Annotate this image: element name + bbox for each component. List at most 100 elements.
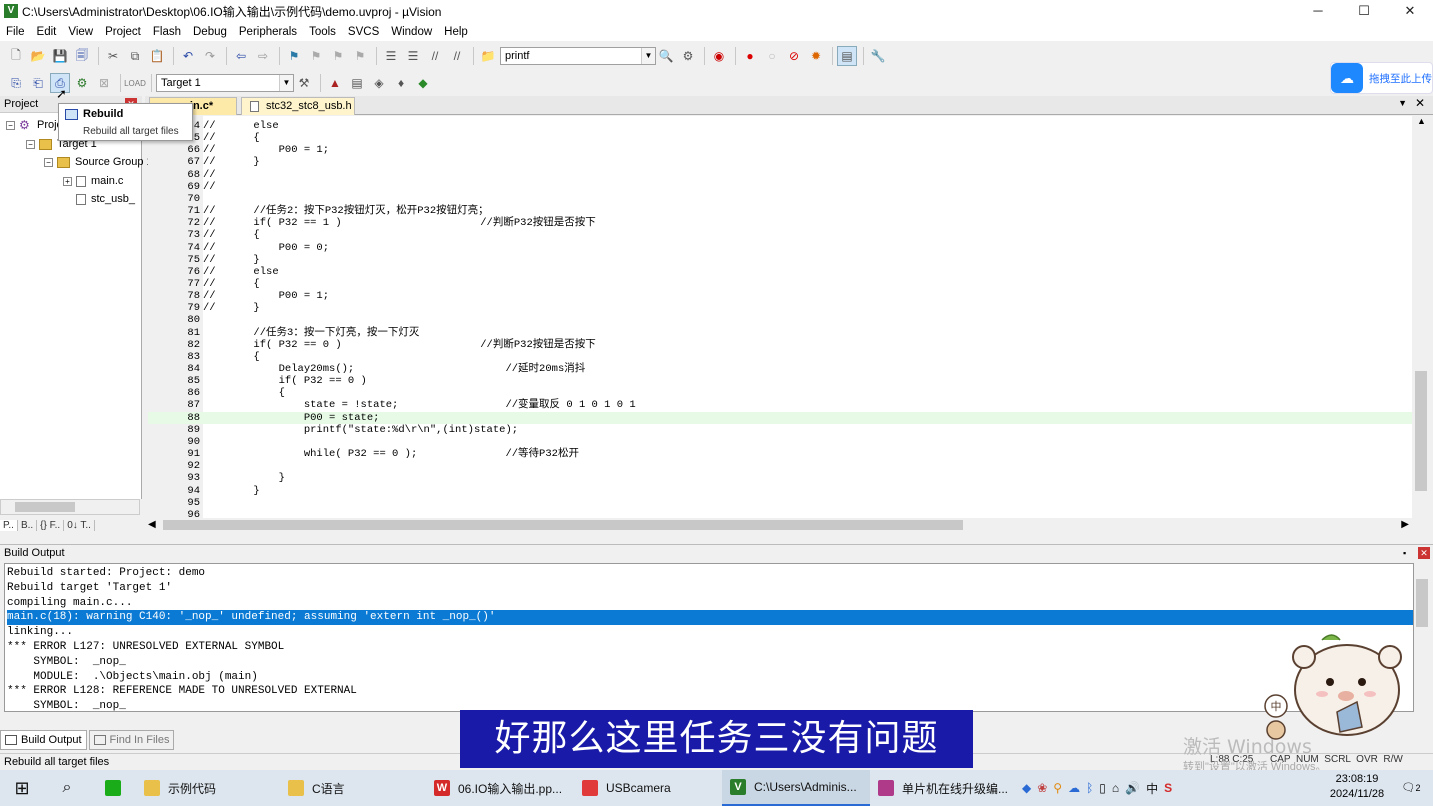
scroll-thumb[interactable] [1416, 579, 1428, 627]
scroll-thumb[interactable] [15, 502, 75, 512]
copy-icon[interactable]: ⧉ [125, 46, 145, 66]
bluetooth-icon[interactable]: ᛒ [1086, 781, 1093, 795]
code-line[interactable]: 75// } [148, 254, 1412, 266]
build-icon[interactable]: ⎗ [28, 73, 48, 93]
find-in-files-icon[interactable]: 📁 [478, 46, 498, 66]
sogou-icon[interactable]: S [1164, 781, 1172, 795]
code-line[interactable]: 93 } [148, 472, 1412, 484]
code-line[interactable]: 72// if( P32 == 1 ) //判断P32按钮是否按下 [148, 217, 1412, 229]
nav-forward-icon[interactable]: ⇨ [253, 46, 273, 66]
start-button[interactable]: ⊞ [0, 770, 44, 806]
debug-session-icon[interactable]: ◉ [709, 46, 729, 66]
project-hscrollbar[interactable] [0, 499, 140, 515]
code-line[interactable]: 90 [148, 436, 1412, 448]
search-combo[interactable]: printf ▼ [500, 47, 656, 65]
editor-vscrollbar[interactable]: ▲ [1413, 116, 1430, 518]
close-icon[interactable]: ✕ [1415, 96, 1425, 110]
code-line[interactable]: 94 } [148, 485, 1412, 497]
volume-icon[interactable]: 🔊 [1125, 781, 1140, 795]
code-line[interactable]: 92 [148, 460, 1412, 472]
build-output-vscrollbar[interactable] [1414, 563, 1430, 712]
menu-flash[interactable]: Flash [147, 26, 187, 38]
tab-list-icon[interactable]: ▼ [1398, 98, 1407, 108]
tab-find-in-files[interactable]: Find In Files [88, 730, 175, 750]
code-line[interactable]: 91 while( P32 == 0 ); //等待P32松开 [148, 448, 1412, 460]
code-line[interactable]: 81 //任务3：按一下灯亮，按一下灯灭 [148, 327, 1412, 339]
menu-debug[interactable]: Debug [187, 26, 233, 38]
rebuild-menu-item[interactable]: Rebuild [65, 108, 123, 120]
output-line[interactable]: linking... [7, 625, 1413, 640]
collapse-icon[interactable]: − [6, 120, 15, 130]
undo-icon[interactable]: ↶ [178, 46, 198, 66]
code-line[interactable]: 69// [148, 181, 1412, 193]
scroll-left-icon[interactable]: ◀ [148, 519, 156, 530]
code-line[interactable]: 64// else [148, 120, 1412, 132]
code-line[interactable]: 65// { [148, 132, 1412, 144]
close-button[interactable]: ✕ [1387, 0, 1433, 22]
editor-hscrollbar[interactable]: ◀ ▶ [148, 518, 1413, 533]
disable-all-breakpoints-icon[interactable]: ⊘ [784, 46, 804, 66]
build-output-text[interactable]: Rebuild started: Project: demo Rebuild ta… [4, 563, 1414, 712]
code-line[interactable]: 66// P00 = 1; [148, 144, 1412, 156]
menu-help[interactable]: Help [438, 26, 474, 38]
scroll-thumb[interactable] [163, 520, 963, 530]
stop-build-icon[interactable]: ⊠ [94, 73, 114, 93]
output-line[interactable]: *** ERROR L127: UNRESOLVED EXTERNAL SYMB… [7, 640, 1413, 655]
code-line[interactable]: 87 state = !state; //变量取反 0 1 0 1 0 1 [148, 399, 1412, 411]
menu-svcs[interactable]: SVCS [342, 26, 385, 38]
manage-project-icon[interactable]: ▲ [325, 73, 345, 93]
cloud-upload-button[interactable]: ☁ 拖拽至此上传 [1330, 62, 1433, 94]
tree-item-main-c[interactable]: + main.c [63, 175, 123, 187]
code-line[interactable]: 67// } [148, 156, 1412, 168]
code-line[interactable]: 68// [148, 169, 1412, 181]
output-line[interactable]: SYMBOL: _nop_ [7, 655, 1413, 670]
translate-icon[interactable]: ⎘ [6, 73, 26, 93]
wechat-button[interactable] [90, 770, 136, 806]
new-file-icon[interactable]: 🗋 [6, 46, 26, 66]
indent-icon[interactable]: ☰ [381, 46, 401, 66]
next-bookmark-icon[interactable]: ⚑ [328, 46, 348, 66]
usb-icon[interactable]: ▯ [1099, 781, 1106, 795]
code-line[interactable]: 71// //任务2：按下P32按钮灯灭，松开P32按钮灯亮； [148, 205, 1412, 217]
save-all-icon[interactable]: 🗐 [72, 46, 92, 66]
code-line[interactable]: 84 Delay20ms(); //延时20ms消抖 [148, 363, 1412, 375]
open-folder-icon[interactable]: 📂 [28, 46, 48, 66]
disable-breakpoint-icon[interactable]: ○ [762, 46, 782, 66]
window-layout-icon[interactable]: ▤ [837, 46, 857, 66]
nav-back-icon[interactable]: ⇦ [231, 46, 251, 66]
code-line[interactable]: 70 [148, 193, 1412, 205]
breakpoint-icon[interactable]: ● [740, 46, 760, 66]
code-line[interactable]: 76// else [148, 266, 1412, 278]
taskbar-app-uvision[interactable]: V C:\Users\Adminis... [722, 770, 870, 806]
code-line[interactable]: 74// P00 = 0; [148, 242, 1412, 254]
clear-bookmarks-icon[interactable]: ⚑ [350, 46, 370, 66]
taskbar-app-c-lang[interactable]: C语言 [280, 770, 426, 806]
tab-build-output[interactable]: Build Output [0, 730, 87, 750]
code-line[interactable]: 79// } [148, 302, 1412, 314]
collapse-icon[interactable]: − [44, 157, 53, 167]
menu-view[interactable]: View [62, 26, 99, 38]
cut-icon[interactable]: ✂ [103, 46, 123, 66]
maximize-button[interactable]: ☐ [1341, 0, 1387, 22]
chevron-down-icon[interactable]: ▼ [641, 48, 655, 64]
configure-icon[interactable]: 🔧 [868, 46, 888, 66]
code-line[interactable]: 83 { [148, 351, 1412, 363]
shield-icon[interactable]: ◆ [1022, 781, 1031, 795]
search-button[interactable]: ⌕ [44, 770, 90, 806]
code-line[interactable]: 96 [148, 509, 1412, 518]
code-line[interactable]: 77// { [148, 278, 1412, 290]
save-icon[interactable]: 💾 [50, 46, 70, 66]
chevron-down-icon[interactable]: ▼ [279, 75, 293, 91]
uncomment-icon[interactable]: // [447, 46, 467, 66]
tab-functions[interactable]: {} F.. [37, 520, 65, 531]
code-line[interactable]: 80 [148, 314, 1412, 326]
tree-item-stc-usb[interactable]: stc_usb_ [76, 193, 135, 205]
tab-books[interactable]: B.. [18, 520, 38, 531]
target-options-icon[interactable]: ⚒ [294, 73, 314, 93]
tree-item-source-group[interactable]: − Source Group 1 [44, 156, 153, 168]
kill-breakpoints-icon[interactable]: ✹ [806, 46, 826, 66]
notification-center-button[interactable]: 🗨2 [1398, 778, 1424, 798]
menu-tools[interactable]: Tools [303, 26, 342, 38]
search-icon[interactable]: ⚲ [1053, 781, 1062, 795]
unindent-icon[interactable]: ☰ [403, 46, 423, 66]
